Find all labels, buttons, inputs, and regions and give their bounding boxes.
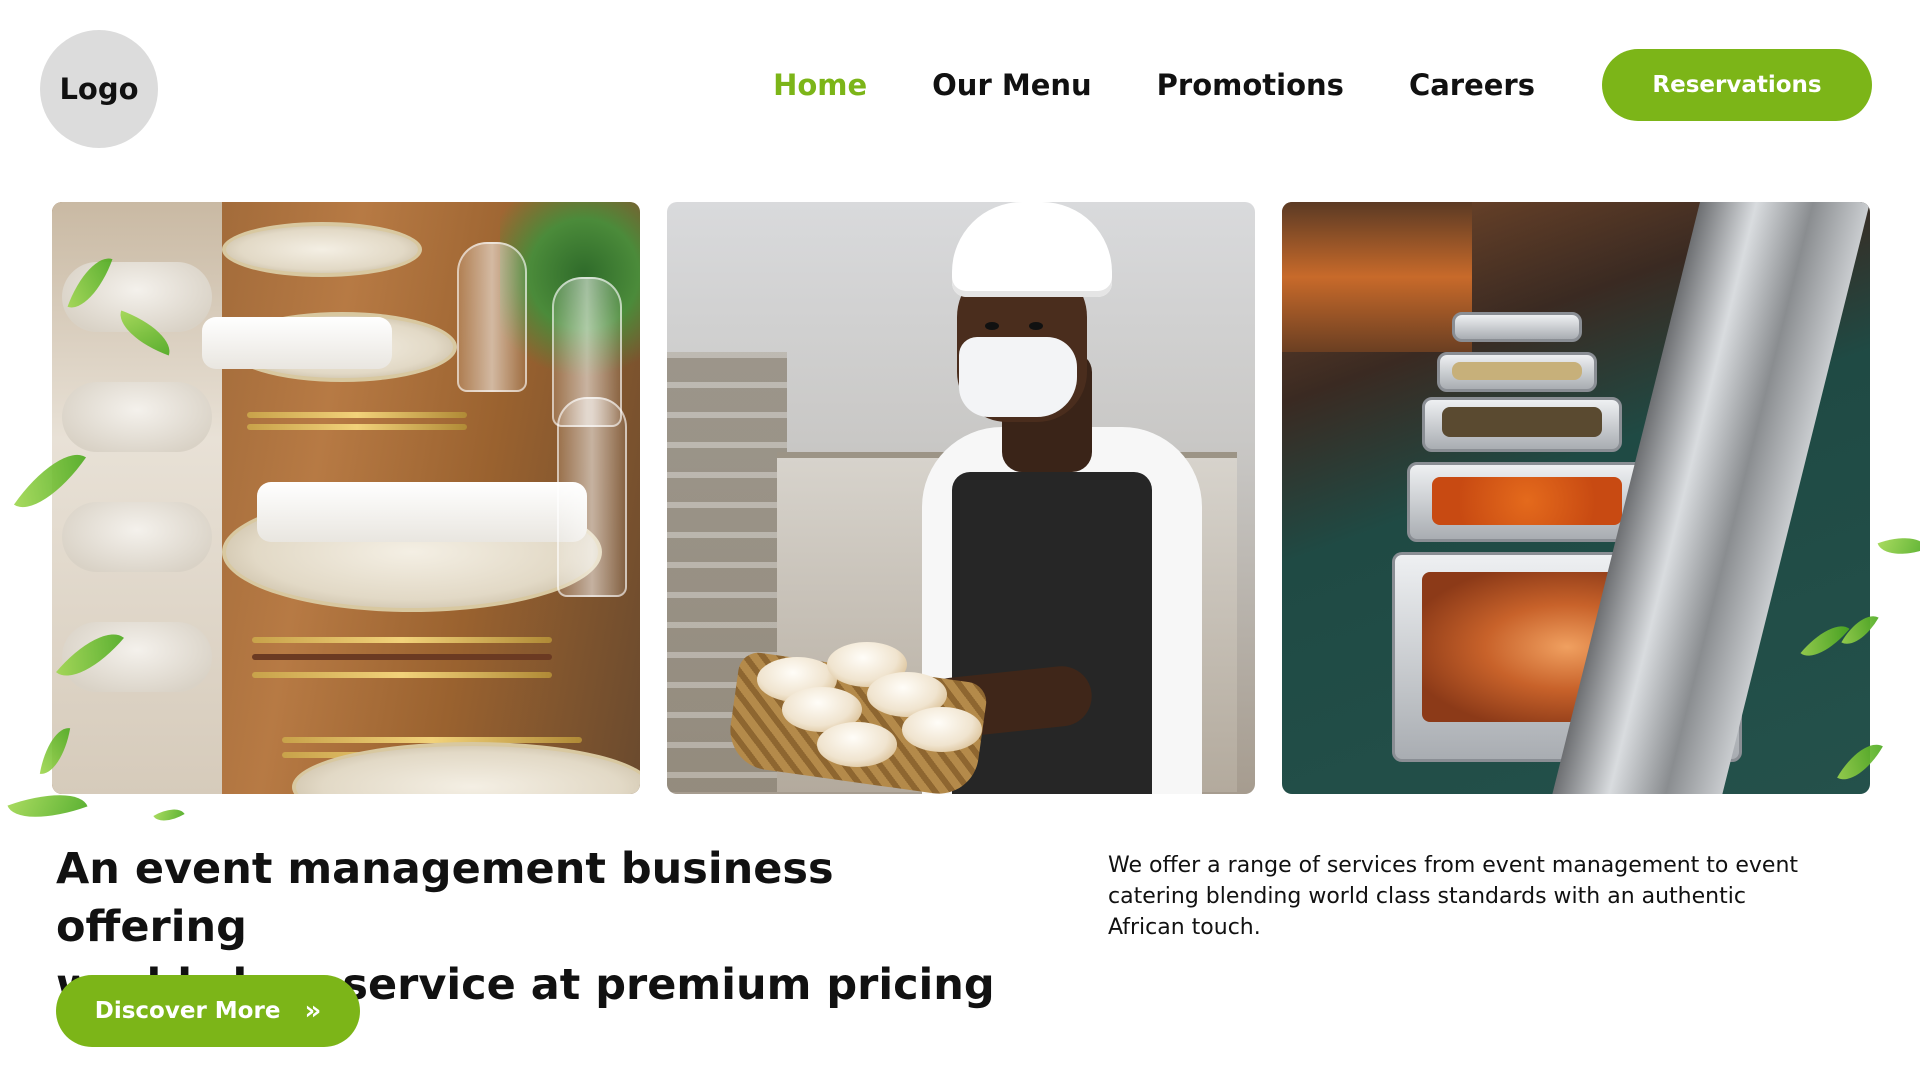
cutlery <box>247 424 467 430</box>
discover-more-label: Discover More <box>94 998 281 1024</box>
plate <box>292 742 640 794</box>
food <box>1442 407 1602 437</box>
hero-headline-line: An event management business offering <box>56 844 834 952</box>
page: Logo Home Our Menu Promotions Careers Re… <box>0 0 1920 1080</box>
main-nav: Home Our Menu Promotions Careers Reserva… <box>773 49 1872 121</box>
food <box>1432 477 1622 525</box>
discover-more-button[interactable]: Discover More » <box>56 975 360 1047</box>
nav-link-home[interactable]: Home <box>773 68 867 102</box>
napkin <box>257 482 587 542</box>
leaf-decoration <box>153 801 185 829</box>
face-mask <box>959 337 1077 417</box>
double-chevron-right-icon: » <box>304 996 322 1026</box>
bread-bun <box>817 722 897 767</box>
nav-link-promotions[interactable]: Promotions <box>1157 68 1344 102</box>
chef-eye <box>1029 322 1043 330</box>
chair-seat <box>62 382 212 452</box>
gallery-photo-table-setting <box>52 202 640 794</box>
chef-hat <box>952 202 1112 297</box>
cutlery <box>252 672 552 678</box>
photo-gallery <box>52 202 1870 794</box>
chair-seat <box>62 502 212 572</box>
chopsticks <box>252 654 552 660</box>
cutlery <box>252 637 552 643</box>
nav-link-our-menu[interactable]: Our Menu <box>932 68 1092 102</box>
logo-text: Logo <box>59 72 139 106</box>
cutlery <box>247 412 467 418</box>
chafing-dish <box>1452 312 1582 342</box>
food <box>1452 362 1582 380</box>
chef-apron <box>952 472 1152 794</box>
plate <box>222 222 422 277</box>
napkin <box>202 317 392 369</box>
reservations-button[interactable]: Reservations <box>1602 49 1872 121</box>
wine-glass <box>457 242 527 392</box>
wine-glass <box>557 397 627 597</box>
leaf-decoration <box>1877 527 1920 565</box>
nav-link-careers[interactable]: Careers <box>1409 68 1535 102</box>
chef-eye <box>985 322 999 330</box>
gallery-photo-buffet <box>1282 202 1870 794</box>
logo[interactable]: Logo <box>40 30 158 148</box>
bread-bun <box>902 707 982 752</box>
food-display-shelf <box>1282 202 1472 352</box>
gallery-photo-chef <box>667 202 1255 794</box>
hero-description: We offer a range of services from event … <box>1108 853 1799 940</box>
